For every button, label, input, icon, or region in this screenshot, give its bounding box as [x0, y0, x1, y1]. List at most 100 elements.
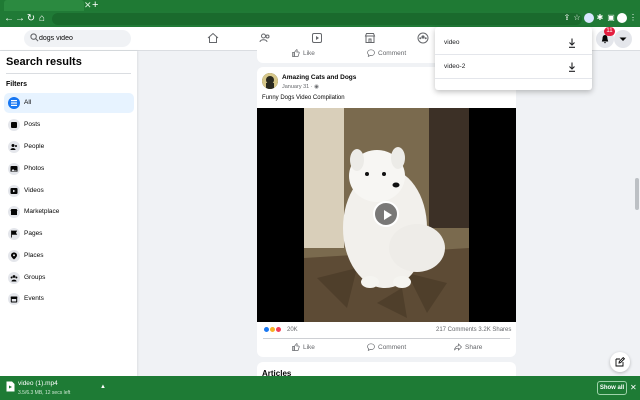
like-label: Like — [303, 50, 315, 57]
sidebar-item-pages[interactable]: Pages — [4, 224, 134, 244]
sidebar-title: Search results — [6, 56, 82, 68]
home-nav-icon[interactable] — [207, 32, 219, 44]
compose-icon — [615, 357, 625, 367]
comment-button[interactable]: Comment — [367, 342, 406, 354]
post-date[interactable]: January 31 · ◉ — [282, 84, 319, 90]
page-scrollbar[interactable] — [634, 51, 640, 376]
browser-tab[interactable] — [4, 0, 84, 11]
back-icon[interactable]: ← — [4, 11, 14, 27]
people-icon — [8, 141, 20, 153]
sidebar-item-label: All — [24, 99, 32, 106]
actions-divider — [263, 338, 510, 339]
friends-nav-icon[interactable] — [259, 32, 271, 44]
notification-count-badge: 11 — [604, 27, 615, 36]
sidebar-item-label: Videos — [24, 187, 44, 194]
search-box[interactable] — [24, 30, 131, 47]
show-all-button[interactable]: Show all — [597, 381, 627, 395]
extension-profile-icon[interactable] — [584, 13, 594, 23]
like-button[interactable]: Like — [292, 342, 315, 354]
watch-nav-icon[interactable] — [311, 32, 323, 44]
sidebar-item-label: Places — [24, 252, 44, 259]
bookmark-star-icon[interactable]: ☆ — [572, 13, 582, 23]
sidebar-item-people[interactable]: People — [4, 137, 134, 157]
download-item-name: video — [444, 39, 460, 46]
chevron-down-icon — [619, 37, 627, 41]
sidebar-item-label: Events — [24, 295, 44, 302]
scrollbar-thumb[interactable] — [635, 178, 639, 210]
file-icon — [6, 381, 15, 392]
sidebar-item-label: People — [24, 143, 45, 150]
search-icon — [30, 33, 39, 42]
chrome-menu-icon[interactable]: ⋮ — [628, 13, 638, 23]
videos-icon — [8, 185, 20, 197]
comment-button[interactable]: Comment — [367, 48, 406, 60]
account-menu-button[interactable] — [614, 30, 632, 48]
tab-close-icon[interactable]: ✕ — [84, 0, 92, 11]
comment-label: Comment — [378, 50, 407, 57]
reload-icon[interactable]: ↻ — [26, 11, 36, 27]
download-shelf — [0, 376, 640, 400]
marketplace-icon — [8, 206, 20, 218]
new-message-button[interactable] — [610, 352, 630, 372]
thumbs-up-icon — [292, 343, 300, 351]
avatar[interactable] — [262, 73, 278, 89]
reaction-count[interactable]: 20K — [287, 325, 298, 335]
video-player[interactable] — [257, 108, 516, 322]
download-item[interactable]: video-2 — [435, 55, 592, 79]
address-bar[interactable] — [52, 13, 582, 25]
places-icon — [8, 250, 20, 262]
download-status: 3.5/6.3 MB, 12 secs left — [18, 390, 71, 396]
groups-nav-icon[interactable] — [417, 32, 429, 44]
post-text: Funny Dogs Video Compilation — [262, 95, 345, 101]
chevron-up-icon[interactable]: ▲ — [100, 384, 106, 390]
forward-icon[interactable]: → — [15, 11, 25, 27]
love-reaction-icon — [275, 326, 282, 333]
events-icon — [8, 293, 20, 305]
extensions-puzzle-icon[interactable]: ✱ — [595, 13, 605, 23]
play-icon — [384, 210, 392, 220]
sidebar-item-events[interactable]: Events — [4, 289, 134, 309]
like-button[interactable]: Like — [292, 48, 315, 60]
comment-label: Comment — [378, 344, 407, 351]
search-input[interactable] — [39, 30, 127, 47]
sidebar-item-label: Posts — [24, 121, 41, 128]
download-arrow-icon[interactable] — [568, 62, 576, 72]
home-icon[interactable]: ⌂ — [37, 11, 47, 27]
download-filename[interactable]: video (1).mp4 — [18, 380, 58, 387]
sidebar-item-posts[interactable]: Posts — [4, 115, 134, 135]
comments-shares-count[interactable]: 217 Comments 3.2K Shares — [436, 325, 511, 335]
sidebar-item-photos[interactable]: Photos — [4, 159, 134, 179]
sidebar-item-label: Pages — [24, 230, 43, 237]
share-button[interactable]: Share — [454, 342, 482, 354]
share-icon[interactable]: ⇪ — [562, 13, 572, 23]
comment-icon — [367, 343, 375, 352]
sidepanel-icon[interactable]: ▣ — [606, 13, 616, 23]
share-label: Share — [465, 344, 483, 351]
sidebar-item-label: Photos — [24, 165, 45, 172]
share-icon — [454, 343, 462, 351]
sidebar-item-places[interactable]: Places — [4, 246, 134, 266]
download-item-name: video-2 — [444, 63, 466, 70]
sidebar-item-label: Groups — [24, 274, 46, 281]
download-arrow-icon[interactable] — [568, 38, 576, 48]
profile-avatar-icon[interactable] — [617, 13, 627, 23]
pages-icon — [8, 228, 20, 240]
download-item[interactable]: video — [435, 31, 592, 55]
sidebar-item-marketplace[interactable]: Marketplace — [4, 202, 134, 222]
sidebar-item-groups[interactable]: Groups — [4, 268, 134, 288]
downloads-popup: video video-2 — [435, 27, 592, 90]
close-icon[interactable]: ✕ — [630, 383, 637, 392]
marketplace-nav-icon[interactable] — [364, 32, 376, 44]
photos-icon — [8, 163, 20, 175]
comment-icon — [367, 49, 375, 58]
play-button[interactable] — [373, 201, 399, 227]
sidebar-item-videos[interactable]: Videos — [4, 181, 134, 201]
new-tab-icon[interactable]: + — [92, 0, 98, 11]
thumbs-up-icon — [292, 49, 300, 57]
sidebar-item-label: Marketplace — [24, 208, 60, 215]
sidebar-divider — [6, 73, 131, 74]
post-date-text: January 31 · — [282, 84, 315, 90]
sidebar-item-all[interactable]: All — [4, 93, 134, 113]
post-author[interactable]: Amazing Cats and Dogs — [282, 74, 356, 81]
groups-icon — [8, 272, 20, 284]
